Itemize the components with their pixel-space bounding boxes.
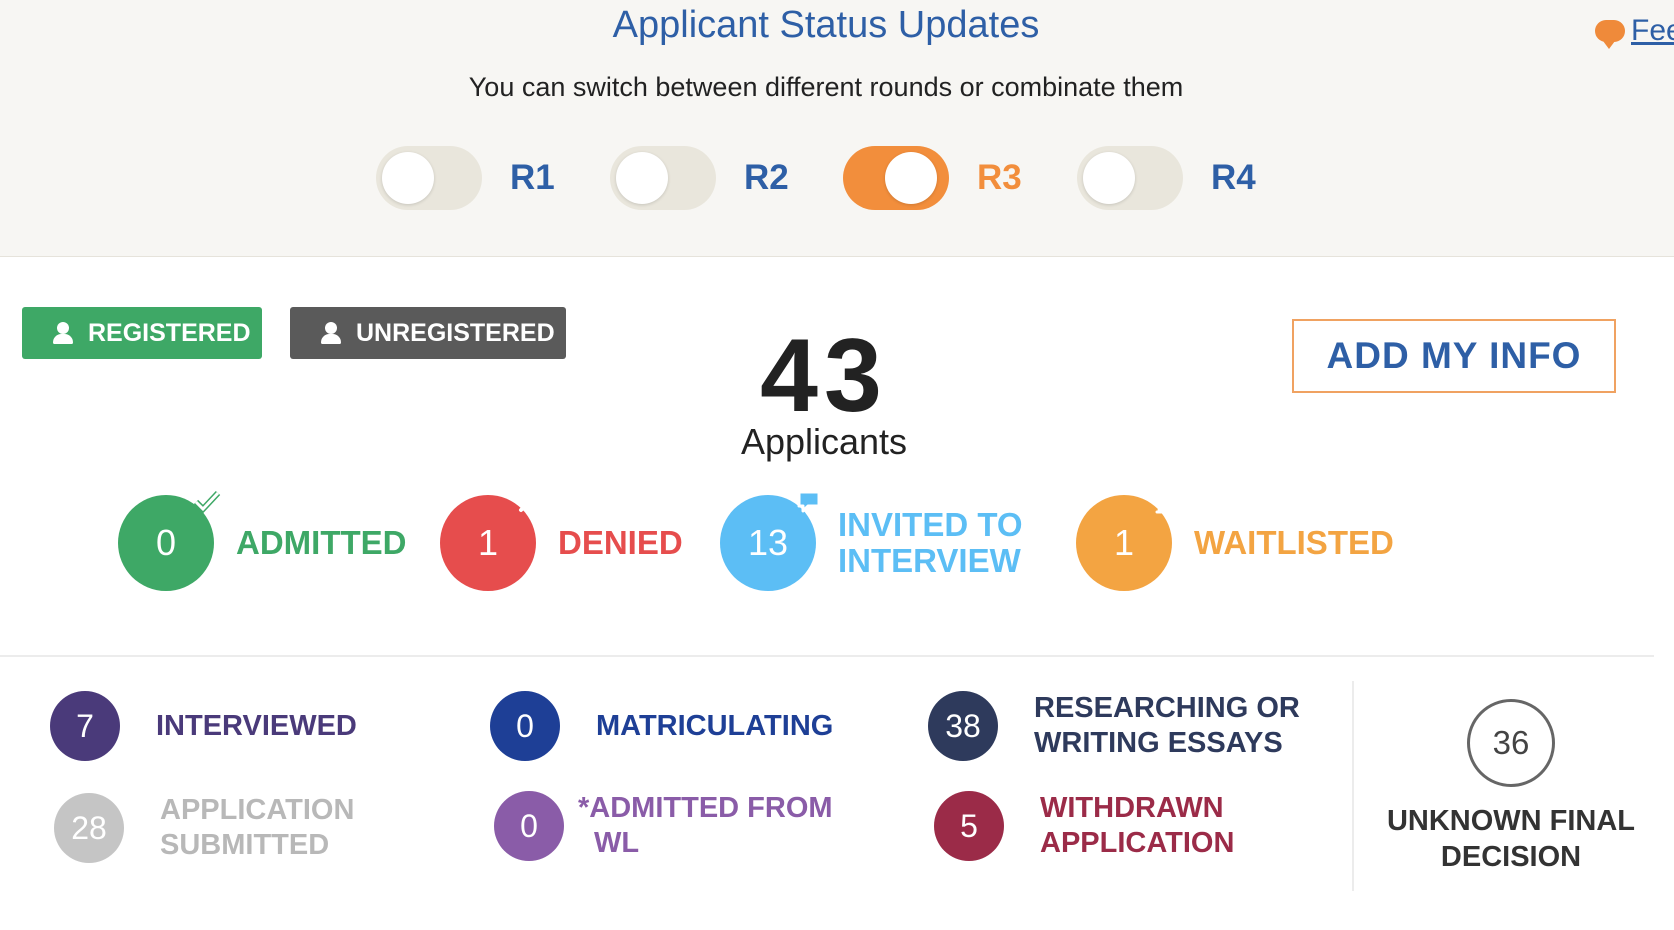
- admitted-count: 0: [155, 522, 177, 563]
- section-divider: [0, 655, 1654, 657]
- toggle-switch-r4[interactable]: [1077, 146, 1183, 210]
- submitted-count: 28: [54, 793, 124, 863]
- feedback-link[interactable]: Fee: [1595, 14, 1674, 49]
- status-application-submitted[interactable]: 28 APPLICATION SUBMITTED: [54, 793, 354, 863]
- matriculating-label: MATRICULATING: [596, 709, 833, 744]
- withdrawn-label: WITHDRAWN APPLICATION: [1040, 791, 1234, 861]
- status-withdrawn-application[interactable]: 5 WITHDRAWN APPLICATION: [934, 791, 1234, 861]
- denied-label: DENIED: [558, 525, 683, 561]
- admitted-from-wl-line2: WL: [594, 827, 640, 859]
- withdrawn-label-line1: WITHDRAWN: [1040, 792, 1224, 824]
- status-unknown-final-decision[interactable]: 36 UNKNOWN FINAL DECISION: [1356, 699, 1666, 875]
- status-admitted-from-wl[interactable]: 0 *ADMITTED FROM WL: [494, 791, 833, 861]
- matriculating-label-text: MATRICULATING: [596, 709, 834, 742]
- invited-label-line1: INVITED TO: [838, 506, 1023, 543]
- toggle-switch-r3[interactable]: [843, 146, 949, 210]
- invited-label-line2: INTERVIEW: [838, 542, 1021, 579]
- status-researching-or-writing-essays[interactable]: 38 RESEARCHING OR WRITING ESSAYS: [928, 691, 1300, 761]
- invited-count-circle: 13: [720, 490, 821, 591]
- total-applicants-label: Applicants: [740, 421, 908, 462]
- speech-bubble-icon: [1595, 20, 1625, 49]
- status-interviewed[interactable]: 7 INTERVIEWED: [50, 691, 357, 761]
- round-label-r3: R3: [977, 158, 1022, 197]
- denied-label-text: DENIED: [558, 524, 683, 561]
- toggle-knob: [616, 152, 668, 204]
- toggle-knob: [382, 152, 434, 204]
- matriculating-count: 0: [490, 691, 560, 761]
- admitted-label-text: ADMITTED: [236, 524, 407, 561]
- feedback-label[interactable]: Fee: [1631, 14, 1674, 48]
- unknown-final-count: 36: [1467, 699, 1555, 787]
- round-label-r2: R2: [744, 158, 789, 197]
- unknown-final-label: UNKNOWN FINAL DECISION: [1356, 803, 1666, 875]
- round-toggle-r4[interactable]: R4: [1077, 146, 1256, 210]
- admitted-from-wl-count: 0: [494, 791, 564, 861]
- check-icon: [192, 487, 222, 517]
- add-my-info-button[interactable]: ADD MY INFO: [1292, 319, 1616, 393]
- invited-label: INVITED TO INTERVIEW: [838, 507, 1023, 579]
- admitted-from-wl-label: *ADMITTED FROM WL: [578, 791, 833, 861]
- denied-count: 1: [477, 522, 499, 563]
- submitted-label-line2: SUBMITTED: [160, 829, 330, 861]
- round-toggle-r3[interactable]: R3: [843, 146, 1022, 210]
- speech-bubble-icon: [794, 487, 824, 517]
- waitlisted-label-text: WAITLISTED: [1194, 524, 1394, 561]
- round-label-r1: R1: [510, 158, 555, 197]
- waitlisted-label: WAITLISTED: [1194, 525, 1394, 561]
- hourglass-icon: [1150, 487, 1180, 517]
- researching-label-line1: RESEARCHING OR: [1034, 692, 1300, 724]
- vertical-divider: [1352, 681, 1354, 891]
- admitted-count-circle: 0: [118, 490, 221, 591]
- submitted-label-line1: APPLICATION: [160, 794, 355, 826]
- status-matriculating[interactable]: 0 MATRICULATING: [490, 691, 833, 761]
- waitlisted-count: 1: [1113, 522, 1135, 563]
- withdrawn-label-line2: APPLICATION: [1040, 827, 1235, 859]
- page-title: Applicant Status Updates: [612, 4, 1040, 46]
- researching-label: RESEARCHING OR WRITING ESSAYS: [1034, 691, 1300, 761]
- waitlisted-count-circle: 1: [1076, 490, 1175, 591]
- header: Applicant Status Updates You can switch …: [0, 0, 1674, 256]
- status-invited-to-interview[interactable]: 13 INVITED TO INTERVIEW: [720, 490, 1023, 591]
- status-panel: REGISTERED UNREGISTERED 43 Applicants AD…: [0, 256, 1674, 930]
- admitted-label: ADMITTED: [236, 525, 406, 561]
- unknown-final-label-line2: DECISION: [1440, 841, 1582, 873]
- round-toggle-r2[interactable]: R2: [610, 146, 789, 210]
- admitted-from-wl-line1: *ADMITTED FROM: [578, 792, 833, 824]
- researching-count: 38: [928, 691, 998, 761]
- withdrawn-count: 5: [934, 791, 1004, 861]
- toggle-knob: [885, 152, 937, 204]
- page-subtitle: You can switch between different rounds …: [468, 72, 1184, 102]
- round-label-r4: R4: [1211, 158, 1256, 197]
- status-waitlisted[interactable]: 1 WAITLISTED: [1076, 490, 1394, 591]
- researching-label-line2: WRITING ESSAYS: [1034, 727, 1283, 759]
- interviewed-label-text: INTERVIEWED: [156, 709, 357, 742]
- round-toggle-r1[interactable]: R1: [376, 146, 555, 210]
- toggle-switch-r1[interactable]: [376, 146, 482, 210]
- status-admitted[interactable]: 0 ADMITTED: [118, 490, 406, 591]
- denied-count-circle: 1: [440, 492, 539, 591]
- toggle-switch-r2[interactable]: [610, 146, 716, 210]
- invited-count: 13: [747, 522, 789, 563]
- interviewed-count: 7: [50, 691, 120, 761]
- submitted-label: APPLICATION SUBMITTED: [160, 793, 354, 863]
- status-denied[interactable]: 1 DENIED: [440, 492, 683, 591]
- unknown-final-label-line1: UNKNOWN FINAL: [1386, 805, 1636, 837]
- interviewed-label: INTERVIEWED: [156, 709, 357, 744]
- x-icon: [514, 487, 544, 517]
- toggle-knob: [1083, 152, 1135, 204]
